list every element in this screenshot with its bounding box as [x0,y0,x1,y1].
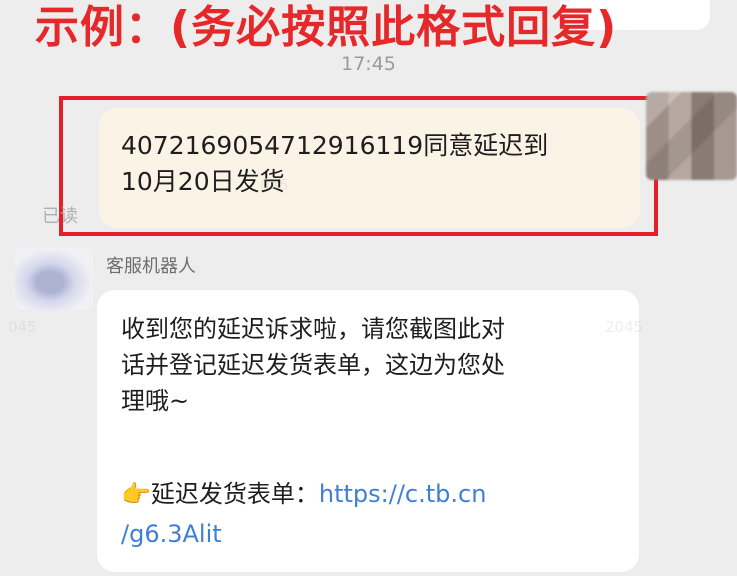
highlight-frame [59,96,658,236]
my-avatar[interactable] [646,92,737,180]
bot-message-line-1: 收到您的延迟诉求啦，请您截图此对 [121,315,505,343]
bot-name: 客服机器人 [106,256,196,277]
bot-message-line-2: 话并登记延迟发货表单，这边为您处 [121,351,505,379]
bot-message-text: 收到您的延迟诉求啦，请您截图此对 话并登记延迟发货表单，这边为您处 理哦~ [121,311,621,419]
form-link-url-part-2[interactable]: /g6.3Alit [121,520,222,548]
watermark: 2045 [605,318,644,336]
bot-avatar[interactable] [15,248,93,310]
form-link-row: 👉延迟发货表单：https://c.tb.cn /g6.3Alit [121,474,621,554]
message-timestamp: 17:45 [341,53,396,75]
example-banner: 示例：(务必按照此格式回复) [35,2,618,53]
form-link-label: 延迟发货表单： [150,480,319,508]
read-status: 已读 [42,206,78,227]
form-link-url-part-1[interactable]: https://c.tb.cn [319,480,487,508]
bot-message-line-3: 理哦~ [121,387,190,415]
pointing-hand-icon: 👉 [121,480,151,508]
watermark: 045 [8,318,37,336]
watermark: 045 [260,176,289,194]
